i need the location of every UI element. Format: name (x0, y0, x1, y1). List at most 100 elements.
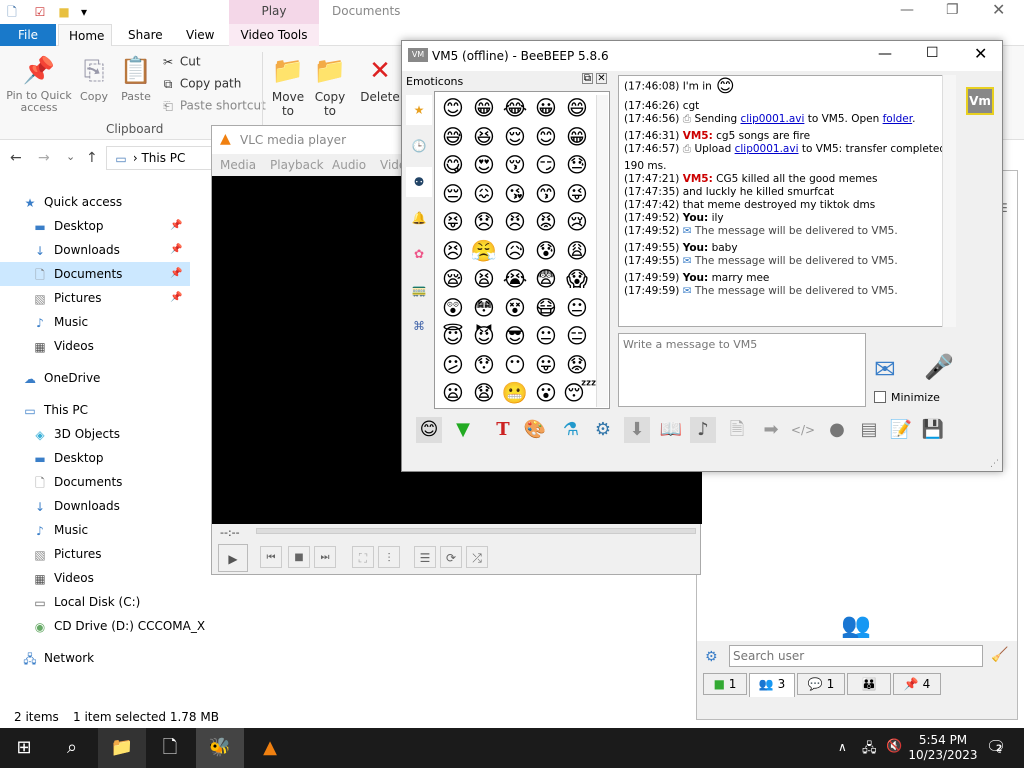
save-disk-icon[interactable]: 💾 (920, 417, 946, 443)
record-icon[interactable]: ● (824, 417, 850, 443)
emoticon[interactable]: 😲 (439, 294, 467, 322)
microphone-icon[interactable]: 🎤 (924, 353, 954, 381)
emoticon[interactable]: 😩 (563, 237, 591, 265)
vlc-taskbar-icon[interactable]: ▲ (246, 728, 294, 768)
emoticon[interactable]: 😫 (470, 265, 498, 293)
chat-maximize-button[interactable]: ☐ (926, 45, 939, 61)
folder-link[interactable]: folder (883, 113, 913, 125)
font-icon[interactable]: T (490, 417, 516, 443)
beebeep-taskbar-icon[interactable]: 🐝 (196, 728, 244, 768)
volume-muted-icon[interactable]: 🔇 (886, 739, 902, 754)
next-icon[interactable]: ⏭ (314, 546, 336, 568)
nav-item[interactable]: 🗋 Documents (0, 470, 190, 494)
search-user-input[interactable] (729, 645, 983, 667)
emoticon[interactable]: 😳 (470, 294, 498, 322)
minimize-checkbox[interactable] (874, 391, 886, 403)
emoticon[interactable]: 😥 (501, 237, 529, 265)
tab-users[interactable]: 👥 3 (749, 673, 795, 697)
nav-item[interactable]: ♪ Music (0, 518, 190, 542)
symbols-icon[interactable]: ⌘ (406, 311, 432, 341)
nav-item[interactable]: ▬ Desktop 📌 (0, 214, 190, 238)
cut-button[interactable]: ✂ Cut (160, 54, 201, 70)
shuffle-icon[interactable]: ⤮ (466, 546, 488, 568)
play-contextual-tab-header[interactable]: Play (229, 0, 319, 24)
emoticon[interactable]: 😱 (563, 265, 591, 293)
emoticon[interactable]: 😬 (501, 379, 529, 407)
move-to-button[interactable]: 📁 Move to (268, 54, 308, 118)
emoticon[interactable]: 😮 (532, 379, 560, 407)
search-icon[interactable]: ⌕ (48, 728, 96, 768)
nav-item[interactable]: ▧ Pictures (0, 542, 190, 566)
emoticon[interactable]: 😏 (532, 151, 560, 179)
nav-item[interactable]: ♪ Music (0, 310, 190, 334)
address-bar[interactable]: ▭ › This PC (106, 146, 216, 170)
emoticon[interactable]: 😈 (470, 322, 498, 350)
file-explorer-taskbar-icon[interactable]: 📁 (98, 728, 146, 768)
nav-item[interactable]: ↓ Downloads 📌 (0, 238, 190, 262)
emoticon[interactable]: 😪 (439, 265, 467, 293)
nav-item[interactable]: ◈ 3D Objects (0, 422, 190, 446)
emoticon[interactable]: 😷 (532, 294, 560, 322)
tray-chevron-icon[interactable]: ∧ (838, 740, 847, 754)
undock-icon[interactable]: ⧉ (582, 73, 593, 84)
emoticon[interactable]: 😇 (439, 322, 467, 350)
playlist-icon[interactable]: ☰ (414, 546, 436, 568)
vlc-seek-bar[interactable] (256, 528, 696, 534)
emoticon[interactable]: 😣 (439, 237, 467, 265)
send-file-icon[interactable]: ⬇ (624, 417, 650, 443)
recent-clock-icon[interactable]: 🕒 (406, 131, 432, 161)
emoticon[interactable]: 😟 (563, 351, 591, 379)
close-button[interactable]: ✕ (992, 0, 1005, 19)
file-link[interactable]: clip0001.avi (740, 113, 804, 125)
equalizer-icon[interactable]: ⫶ (378, 546, 400, 568)
bell-icon[interactable]: 🔔 (406, 203, 432, 233)
music-note-icon[interactable]: ♪ (690, 417, 716, 443)
emoticon[interactable]: 😜 (563, 180, 591, 208)
screenshot-icon[interactable]: ▤ (856, 417, 882, 443)
back-arrow-icon[interactable]: ← (10, 150, 22, 166)
settings-cog-icon[interactable]: ⚙ (590, 417, 616, 443)
code-icon[interactable]: </> (790, 417, 816, 443)
color-palette-icon[interactable]: 🎨 (522, 417, 548, 443)
emoticon[interactable]: 😆 (470, 123, 498, 151)
broom-clear-icon[interactable]: 🧹 (991, 647, 1008, 663)
highlighter-icon[interactable]: ▼ (450, 417, 476, 443)
emoticon[interactable]: 😄 (563, 94, 591, 122)
emoticon[interactable]: 😍 (470, 151, 498, 179)
tab-messages[interactable]: 💬 1 (797, 673, 845, 695)
travel-icon[interactable]: 🚃 (406, 275, 432, 305)
delete-button[interactable]: ✕ Delete (358, 54, 402, 104)
tab-groups[interactable]: 👪 (847, 673, 891, 695)
address-book-icon[interactable]: 📖 (658, 417, 684, 443)
copy-button[interactable]: ⎘ Copy (74, 54, 114, 103)
tab-share[interactable]: Share (118, 24, 173, 46)
tab-view[interactable]: View (176, 24, 224, 46)
emoticon[interactable]: 😓 (563, 151, 591, 179)
vlc-menu-playback[interactable]: Playback (270, 158, 324, 172)
network-icon[interactable]: 🖧 (862, 739, 877, 761)
emoticon[interactable]: 😶 (501, 351, 529, 379)
emoticon[interactable]: 😋 (439, 151, 467, 179)
forward-arrow-icon[interactable]: → (38, 150, 50, 166)
nav-item[interactable]: ▦ Videos (0, 566, 190, 590)
emoticon[interactable]: 😎 (501, 322, 529, 350)
nav-item[interactable]: 🖧 Network (0, 646, 190, 670)
notepad-taskbar-icon[interactable]: 🗋 (146, 728, 194, 768)
vlc-menu-media[interactable]: Media (220, 158, 256, 172)
panel-close-icon[interactable]: ✕ (596, 73, 607, 84)
pin-icon[interactable]: 📌 (170, 214, 182, 238)
settings-gear-icon[interactable]: ⚙ (705, 649, 718, 665)
clock[interactable]: 5:54 PM 10/23/2023 (906, 733, 980, 763)
save-chat-icon[interactable]: 🗎 (724, 417, 750, 443)
stop-icon[interactable]: ■ (288, 546, 310, 568)
emoticon[interactable]: 😖 (470, 180, 498, 208)
chat-minimize-button[interactable]: — (878, 46, 892, 62)
chat-scrollbar[interactable] (942, 75, 956, 327)
nav-item[interactable]: ▭ Local Disk (C:) (0, 590, 190, 614)
emoticon[interactable]: 😝 (439, 208, 467, 236)
chat-close-button[interactable]: ✕ (974, 44, 987, 63)
pin-quick-access-button[interactable]: 📌 Pin to Quick access (4, 54, 74, 114)
tab-plugins[interactable]: 📌 4 (893, 673, 941, 695)
forward-icon[interactable]: ➡ (758, 417, 784, 443)
people-icon[interactable]: ⚉ (406, 167, 432, 197)
